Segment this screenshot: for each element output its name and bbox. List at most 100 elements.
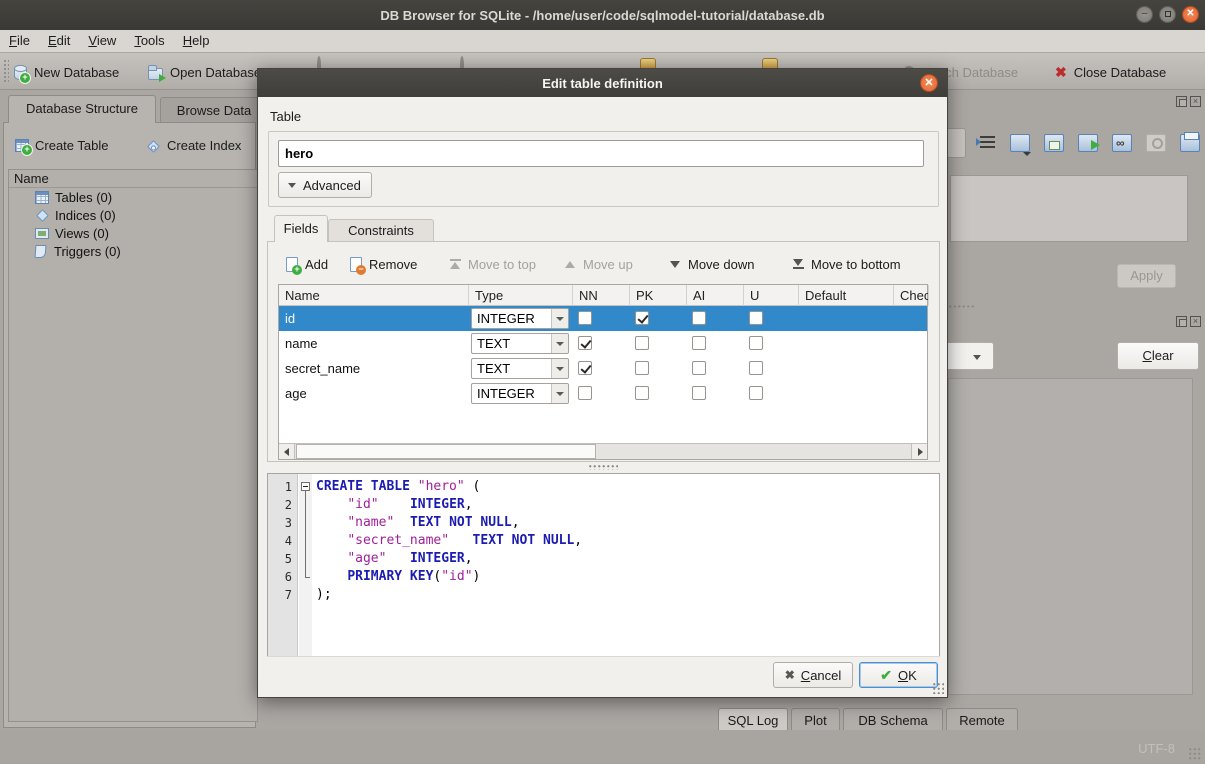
ok-button[interactable]: ✔ OK xyxy=(859,662,938,688)
chevron-down-icon[interactable] xyxy=(551,334,568,353)
dialog-close-button[interactable]: ✕ xyxy=(920,74,938,92)
dialog-resize-grip[interactable] xyxy=(932,682,944,694)
apply-button: Apply xyxy=(1117,264,1176,288)
tab-constraints[interactable]: Constraints xyxy=(328,219,434,242)
dock-close-icon[interactable]: × xyxy=(1190,96,1201,107)
scroll-left-icon[interactable] xyxy=(279,444,295,459)
tree-item-view[interactable]: Views (0) xyxy=(9,224,257,242)
create-index-button[interactable]: Create Index xyxy=(147,132,241,158)
pk-checkbox-id[interactable] xyxy=(635,311,649,325)
column-header-ai[interactable]: AI xyxy=(687,285,744,306)
field-toolbar-move-to-bottom[interactable]: Move to bottom xyxy=(793,251,901,277)
menu-help[interactable]: Help xyxy=(174,30,219,52)
nn-checkbox-name[interactable] xyxy=(578,336,592,350)
advanced-button[interactable]: Advanced xyxy=(278,172,372,198)
nn-checkbox-secret_name[interactable] xyxy=(578,361,592,375)
link-icon[interactable] xyxy=(1112,134,1132,152)
tab-fields[interactable]: Fields xyxy=(274,215,328,242)
field-name: name xyxy=(285,336,318,351)
export-icon[interactable] xyxy=(1078,134,1098,152)
cancel-button[interactable]: ✖ Cancel xyxy=(773,662,853,688)
indent-icon[interactable] xyxy=(976,134,996,152)
column-header-type[interactable]: Type xyxy=(469,285,573,306)
u-checkbox-name[interactable] xyxy=(749,336,763,350)
dock2-close-icon[interactable]: × xyxy=(1190,316,1201,327)
cancel-x-icon: ✖ xyxy=(785,668,795,682)
nn-checkbox-id[interactable] xyxy=(578,311,592,325)
dialog-titlebar[interactable]: Edit table definition ✕ xyxy=(258,69,947,97)
scroll-right-icon[interactable] xyxy=(911,444,927,459)
column-header-name[interactable]: Name xyxy=(279,285,469,306)
u-checkbox-secret_name[interactable] xyxy=(749,361,763,375)
chevron-down-icon[interactable] xyxy=(551,359,568,378)
print-icon[interactable] xyxy=(1180,134,1200,152)
menu-file[interactable]: File xyxy=(0,30,39,52)
pk-checkbox-secret_name[interactable] xyxy=(635,361,649,375)
maximize-icon xyxy=(1165,11,1171,17)
clear-button[interactable]: Clear xyxy=(1117,342,1199,370)
column-header-nn[interactable]: NN xyxy=(573,285,630,306)
open-database-button[interactable]: Open Database xyxy=(148,59,261,85)
field-row-name[interactable]: name TEXT xyxy=(279,331,927,356)
toolbar-grip[interactable] xyxy=(3,59,9,84)
cell-editor-area[interactable] xyxy=(950,175,1188,242)
column-header-check[interactable]: Check xyxy=(894,285,929,306)
field-row-secret_name[interactable]: secret_nameTEXT xyxy=(279,356,927,381)
tree-item-trigger[interactable]: Triggers (0) xyxy=(9,242,257,260)
save-icon[interactable] xyxy=(1044,134,1064,152)
null-icon[interactable] xyxy=(1146,134,1166,152)
field-toolbar-add[interactable]: Add xyxy=(286,251,328,277)
type-combo-secret_name[interactable]: TEXT xyxy=(471,358,569,379)
nn-checkbox-age[interactable] xyxy=(578,386,592,400)
minimize-button[interactable]: – xyxy=(1136,6,1153,23)
close-window-button[interactable]: ✕ xyxy=(1182,6,1199,23)
menu-view[interactable]: View xyxy=(79,30,125,52)
column-header-u[interactable]: U xyxy=(744,285,799,306)
ai-checkbox-id[interactable] xyxy=(692,311,706,325)
ai-checkbox-age[interactable] xyxy=(692,386,706,400)
fold-collapse-icon[interactable] xyxy=(301,482,310,491)
tree-item-table[interactable]: Tables (0) xyxy=(9,188,257,206)
chevron-down-icon[interactable] xyxy=(551,384,568,403)
field-row-id[interactable]: idINTEGER xyxy=(279,306,927,331)
maximize-button[interactable] xyxy=(1159,6,1176,23)
type-combo-age[interactable]: INTEGER xyxy=(471,383,569,404)
u-checkbox-age[interactable] xyxy=(749,386,763,400)
encoding-indicator[interactable]: UTF-8 xyxy=(1138,741,1175,756)
scrollbar-thumb[interactable] xyxy=(296,444,596,459)
import-icon[interactable] xyxy=(1010,134,1030,152)
close-database-button[interactable]: ✖ Close Database xyxy=(1055,59,1166,85)
dock-restore-icon[interactable] xyxy=(1176,96,1187,107)
field-toolbar-remove[interactable]: Remove xyxy=(350,251,417,277)
horizontal-scrollbar[interactable] xyxy=(279,443,927,459)
pk-checkbox-age[interactable] xyxy=(635,386,649,400)
tree-header-name[interactable]: Name xyxy=(9,170,257,188)
pk-checkbox-name[interactable] xyxy=(635,336,649,350)
ai-checkbox-secret_name[interactable] xyxy=(692,361,706,375)
type-combo-id[interactable]: INTEGER xyxy=(471,308,569,329)
tab-database-structure[interactable]: Database Structure xyxy=(8,95,156,123)
column-header-pk[interactable]: PK xyxy=(630,285,687,306)
type-combo-name[interactable]: TEXT xyxy=(471,333,569,354)
ai-checkbox-name[interactable] xyxy=(692,336,706,350)
dock-splitter[interactable] xyxy=(948,304,974,309)
tab-browse-data[interactable]: Browse Data xyxy=(160,97,268,123)
table-name-input[interactable] xyxy=(278,140,924,167)
sql-log-area[interactable] xyxy=(948,378,1193,695)
tree-item-index[interactable]: Indices (0) xyxy=(9,206,257,224)
column-header-default[interactable]: Default xyxy=(799,285,894,306)
sql-preview-editor[interactable]: 1234567 CREATE TABLE "hero" ( "id" INTEG… xyxy=(267,473,940,657)
menu-tools[interactable]: Tools xyxy=(125,30,173,52)
menu-edit[interactable]: Edit xyxy=(39,30,79,52)
field-row-age[interactable]: ageINTEGER xyxy=(279,381,927,406)
field-toolbar-move-down[interactable]: Move down xyxy=(670,251,754,277)
move-up-icon xyxy=(565,259,576,269)
u-checkbox-id[interactable] xyxy=(749,311,763,325)
new-database-button[interactable]: New Database xyxy=(14,59,119,85)
create-table-button[interactable]: Create Table xyxy=(15,132,108,158)
resize-grip[interactable] xyxy=(1188,747,1202,761)
statusbar: UTF-8 xyxy=(0,730,1205,764)
dialog-splitter[interactable] xyxy=(588,464,618,470)
dock2-restore-icon[interactable] xyxy=(1176,316,1187,327)
chevron-down-icon[interactable] xyxy=(551,309,568,328)
